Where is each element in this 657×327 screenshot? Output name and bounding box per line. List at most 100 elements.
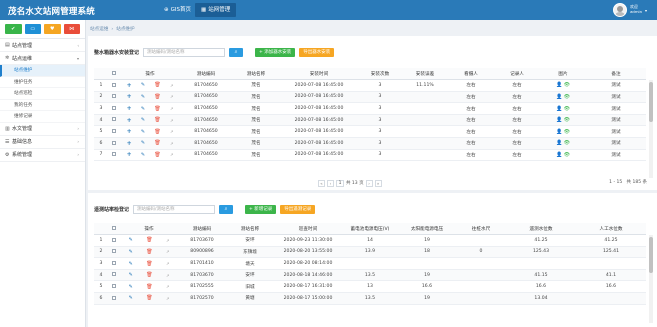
checkbox[interactable] (112, 284, 116, 289)
row-checkbox[interactable] (108, 79, 120, 92)
edit-icon[interactable]: ✎ (129, 261, 133, 267)
edit-icon[interactable]: ✎ (129, 272, 133, 278)
table-row[interactable]: 5 + ✎ 🗑 ↗ 81704650 茂名 2020-07-08 16:45:00 3 左右 左右 👤… (94, 125, 646, 139)
sidebar-item-station-maintenance[interactable]: 站点维护 (0, 65, 85, 77)
delete-icon[interactable]: 🗑 (146, 272, 152, 278)
edit-icon[interactable]: ✎ (129, 284, 133, 290)
eye-icon[interactable]: 👁 (564, 94, 570, 100)
search-button[interactable]: ⌕ (229, 47, 244, 57)
more-icon[interactable]: ↗ (170, 152, 173, 157)
table-row[interactable]: 1 ✎ 🗑 ↗ 81703670 安坪 2020-09-23 11:30:00 14 19 41.… (94, 234, 646, 247)
more-icon[interactable]: ↗ (170, 141, 173, 146)
prev-page-button[interactable]: ‹ (327, 179, 334, 187)
row-checkbox[interactable] (108, 102, 120, 115)
table-row[interactable]: 1 + ✎ 🗑 ↗ 81704650 茂名 2020-07-08 16:45:00 3 11.11… (94, 79, 646, 92)
avatar[interactable] (613, 3, 628, 17)
delete-icon[interactable]: 🗑 (146, 261, 152, 267)
next-page-button[interactable]: › (365, 179, 373, 187)
select-all-checkbox[interactable] (108, 223, 120, 236)
sidebar-group-station-management[interactable]: ▤ 站点管理 ‹ (0, 39, 85, 52)
more-icon[interactable]: ↗ (166, 249, 169, 254)
table-row[interactable]: 6 ✎ 🗑 ↗ 81702570 黄塘 2020-08-17 15:00:00 13.5 19 1… (94, 292, 646, 305)
first-page-button[interactable]: « (318, 179, 325, 187)
row-checkbox[interactable] (108, 246, 120, 259)
edit-icon[interactable]: ✎ (141, 140, 145, 146)
search-button[interactable]: ⌕ (219, 204, 234, 214)
delete-icon[interactable]: 🗑 (146, 249, 152, 255)
row-checkbox[interactable] (108, 114, 120, 127)
tab-gis-home[interactable]: ⊕ GIS首页 (158, 3, 197, 17)
select-all-checkbox[interactable] (108, 68, 120, 81)
checkbox[interactable] (112, 140, 116, 145)
add-icon[interactable]: + (127, 128, 132, 135)
row-checkbox[interactable] (108, 149, 120, 162)
edit-icon[interactable]: ✎ (129, 295, 133, 301)
table-row[interactable]: 7 + ✎ 🗑 ↗ 81704650 茂名 2020-07-08 16:45:00 3 左右 左右 👤… (94, 149, 646, 162)
user-icon[interactable]: 👤 (556, 140, 562, 146)
checkbox[interactable] (112, 152, 116, 157)
user-icon[interactable]: 👤 (556, 106, 562, 112)
checkbox[interactable] (112, 129, 116, 134)
quick-heart-button[interactable]: ♥ (44, 24, 61, 34)
more-icon[interactable]: ↗ (170, 94, 173, 99)
add-icon[interactable]: + (127, 140, 132, 147)
sidebar-item-station-inspection[interactable]: 站点巡检 (0, 88, 85, 100)
table-scrollbar[interactable] (649, 80, 653, 178)
checkbox[interactable] (112, 272, 116, 277)
edit-icon[interactable]: ✎ (141, 106, 145, 112)
more-icon[interactable]: ↗ (170, 83, 173, 88)
edit-icon[interactable]: ✎ (141, 152, 145, 158)
user-icon[interactable]: 👤 (556, 152, 562, 158)
delete-icon[interactable]: 🗑 (154, 140, 160, 146)
edit-icon[interactable]: ✎ (141, 82, 145, 88)
table-row[interactable]: 5 ✎ 🗑 ↗ 81702555 旧城 2020-08-17 16:31:00 13 16.6 1… (94, 280, 646, 294)
chevron-down-icon[interactable]: ▾ (645, 8, 647, 13)
search-input[interactable] (133, 204, 216, 214)
quick-check-button[interactable]: ✔ (5, 24, 22, 34)
sidebar-group-hydrology[interactable]: ▥ 水文管理 › (0, 123, 85, 136)
delete-icon[interactable]: 🗑 (154, 129, 160, 135)
edit-icon[interactable]: ✎ (141, 94, 145, 100)
delete-icon[interactable]: 🗑 (154, 82, 160, 88)
sidebar-group-station-ops[interactable]: ✲ 站点运维 ▾ (0, 52, 85, 65)
row-checkbox[interactable] (108, 91, 120, 104)
sidebar-group-system[interactable]: ⚙ 系统管理 › (0, 149, 85, 162)
row-checkbox[interactable] (108, 280, 120, 294)
more-icon[interactable]: ↗ (166, 284, 169, 289)
export-record-button[interactable]: 导出遥测记录 (280, 204, 316, 214)
eye-icon[interactable]: 👁 (564, 152, 570, 158)
last-page-button[interactable]: » (374, 179, 382, 187)
edit-icon[interactable]: ✎ (141, 117, 145, 123)
user-menu[interactable]: 欢迎 admin ▾ (613, 2, 647, 18)
more-icon[interactable]: ↗ (170, 118, 173, 123)
table-row[interactable]: 4 + ✎ 🗑 ↗ 81704650 茂名 2020-07-08 16:45:00 3 左右 左右 👤… (94, 114, 646, 127)
checkbox[interactable] (112, 117, 116, 122)
checkbox[interactable] (112, 237, 116, 242)
add-record-button[interactable]: + 新增记录 (245, 204, 277, 214)
sidebar-item-maintenance-task[interactable]: 维护任务 (0, 77, 85, 88)
edit-icon[interactable]: ✎ (129, 249, 133, 255)
sidebar-item-repair-records[interactable]: 维修记录 (0, 111, 85, 123)
user-icon[interactable]: 👤 (556, 129, 562, 135)
checkbox[interactable] (112, 249, 116, 254)
delete-icon[interactable]: 🗑 (154, 106, 160, 112)
eye-icon[interactable]: 👁 (564, 106, 570, 112)
more-icon[interactable]: ↗ (170, 106, 173, 111)
more-icon[interactable]: ↗ (166, 273, 169, 278)
quick-monitor-button[interactable]: ▭ (24, 24, 41, 34)
eye-icon[interactable]: 👁 (564, 129, 570, 135)
delete-icon[interactable]: 🗑 (154, 152, 160, 158)
add-icon[interactable]: + (127, 117, 132, 124)
breadcrumb-item[interactable]: 站点运维 (90, 26, 108, 32)
eye-icon[interactable]: 👁 (564, 82, 570, 88)
row-checkbox[interactable] (108, 292, 120, 305)
row-checkbox[interactable] (108, 234, 120, 247)
delete-icon[interactable]: 🗑 (154, 94, 160, 100)
add-icon[interactable]: + (127, 82, 132, 89)
row-checkbox[interactable] (108, 269, 120, 282)
user-icon[interactable]: 👤 (556, 94, 562, 100)
more-icon[interactable]: ↗ (166, 238, 169, 243)
row-checkbox[interactable] (108, 257, 120, 270)
delete-icon[interactable]: 🗑 (146, 284, 152, 290)
table-row[interactable]: 2 + ✎ 🗑 ↗ 81704650 茂名 2020-07-08 16:45:00 3 左右 左右 👤… (94, 91, 646, 104)
